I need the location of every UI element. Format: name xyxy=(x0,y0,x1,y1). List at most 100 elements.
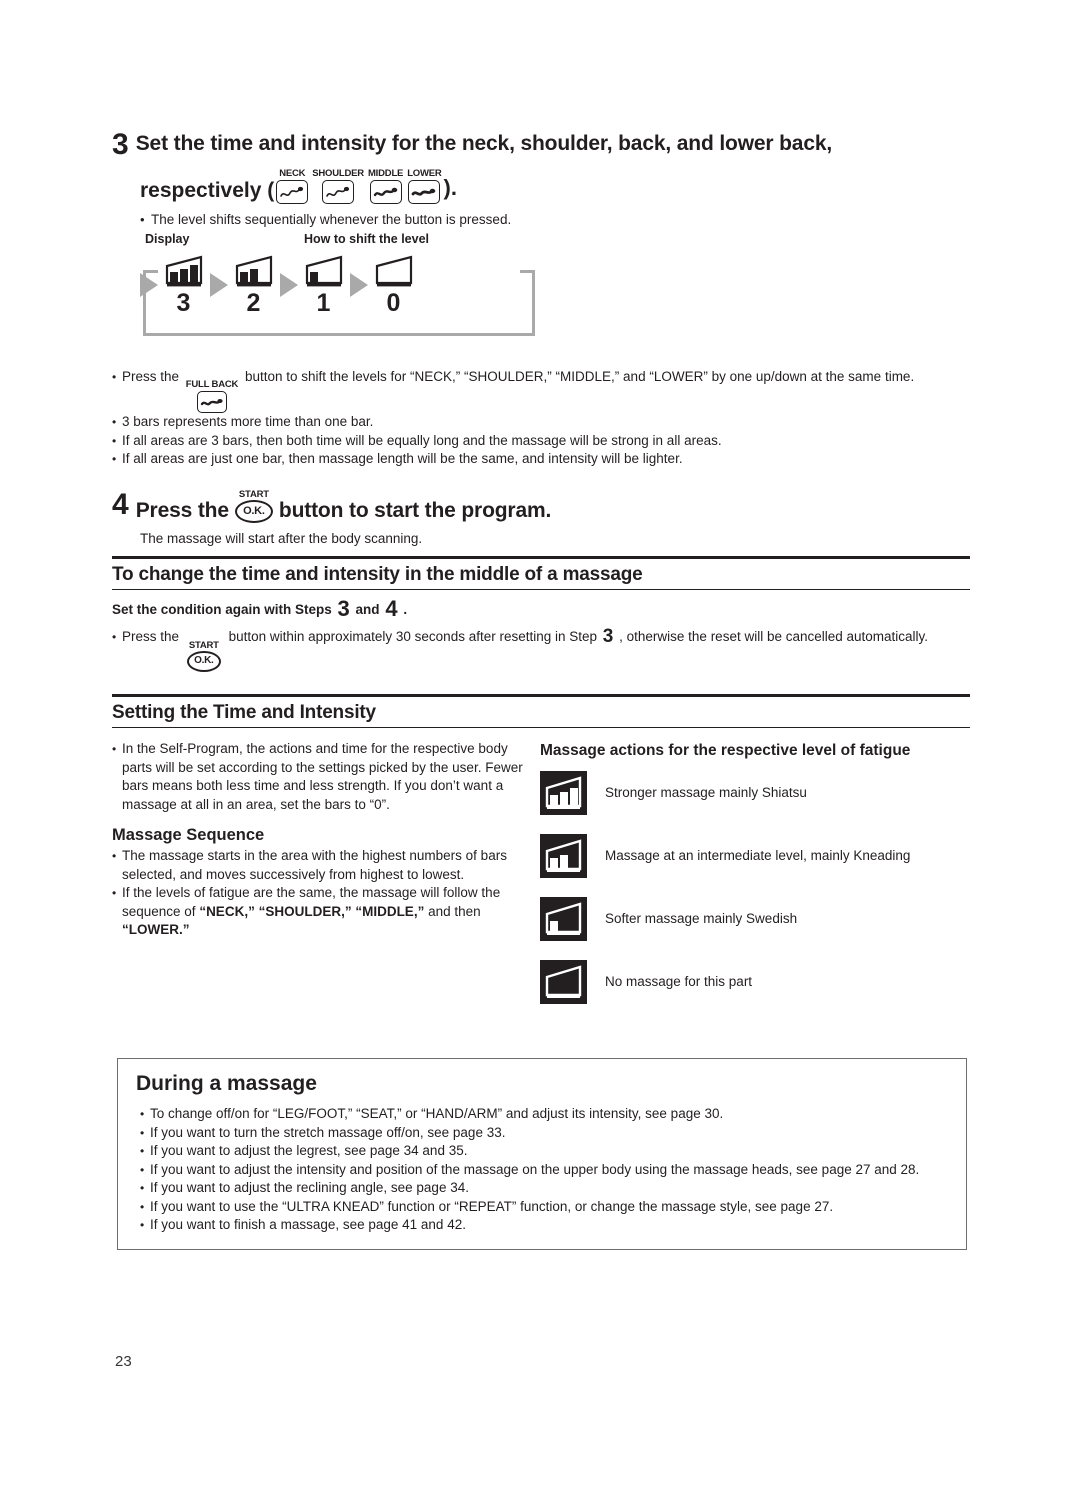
massage-wave-icon xyxy=(369,180,402,204)
diagram-level-0: 0 xyxy=(373,254,415,316)
during-massage-bullets: • To change off/on for “LEG/FOOT,” “SEAT… xyxy=(140,1105,948,1235)
bullet-dot: • xyxy=(112,433,117,448)
list-item: • If you want to adjust the intensity an… xyxy=(140,1161,948,1180)
bullet-sequence-1-text: The massage starts in the area with the … xyxy=(122,848,507,882)
full-back-button[interactable]: FULL BACK xyxy=(186,380,238,413)
level-3-icon xyxy=(163,254,205,288)
diagram-level-3: 3 xyxy=(163,254,205,316)
bullet-sequence-1: • The massage starts in the area with th… xyxy=(112,847,530,884)
fatigue-level-row: Stronger massage mainly Shiatsu xyxy=(540,771,970,815)
fatigue-level-row: No massage for this part xyxy=(540,960,970,1004)
step-3-respectively-text: respectively ( xyxy=(140,179,275,202)
seq-2-mid: and then xyxy=(424,903,481,919)
diagram-label-howto: How to shift the level xyxy=(304,232,430,246)
diagram-label-display: Display xyxy=(145,232,190,246)
diagram-level-2-value: 2 xyxy=(246,289,262,317)
massage-wave-icon xyxy=(408,180,441,204)
step-3-note: • The level shifts sequentially whenever… xyxy=(140,211,972,229)
step-3-bullet-list: • Press the FULL BACK button to shift th… xyxy=(112,368,970,469)
level-3-icon xyxy=(540,771,587,815)
bullet-3-bars-text: 3 bars represents more time than one bar… xyxy=(122,414,374,429)
change-step-a: 3 xyxy=(337,596,350,621)
self-program-bullets: • In the Self-Program, the actions and t… xyxy=(112,740,530,814)
change-steps-pre: Set the condition again with Steps xyxy=(112,602,332,617)
change-steps-mid: and xyxy=(355,602,380,617)
diagram-level-1-value: 1 xyxy=(316,289,332,317)
during-bullet-6: If you want to use the “ULTRA KNEAD” fun… xyxy=(150,1198,834,1214)
list-item: • If you want to adjust the reclining an… xyxy=(140,1179,948,1198)
bullet-ok-timeout-text: Press the START O.K. button within appro… xyxy=(122,627,970,672)
step-3-title: Set the time and intensity for the neck,… xyxy=(135,132,833,155)
step-4-title-post: button to start the program. xyxy=(278,499,552,522)
middle-button-label: MIDDLE xyxy=(367,168,404,179)
fatigue-levels-heading: Massage actions for the respective level… xyxy=(540,742,911,759)
change-section-steps-line: Set the condition again with Steps 3 and… xyxy=(112,598,970,620)
bullet-dot: • xyxy=(112,630,117,644)
diagram-level-0-value: 0 xyxy=(386,289,402,317)
diagram-level-2: 2 xyxy=(233,254,275,316)
middle-button[interactable]: MIDDLE xyxy=(368,169,403,204)
list-item: • If you want to use the “ULTRA KNEAD” f… xyxy=(140,1198,948,1217)
ok-start-button[interactable]: START O.K. xyxy=(186,640,221,672)
arrow-right-icon xyxy=(210,273,228,297)
arrow-right-icon xyxy=(140,273,158,297)
setting-section-title: Setting the Time and Intensity xyxy=(112,702,376,723)
massage-sequence-heading: Massage Sequence xyxy=(112,826,265,844)
bullet-dot: • xyxy=(112,415,117,429)
neck-button-label: NECK xyxy=(279,168,306,179)
bullet-ok-pre: Press the xyxy=(122,629,180,644)
step-3-closing-paren: ). xyxy=(443,175,457,200)
bullet-dot: • xyxy=(112,849,117,863)
seq-2-bold-1: “NECK,” “SHOULDER,” “MIDDLE,” xyxy=(199,903,425,919)
setting-section-header-wrap: Setting the Time and Intensity xyxy=(112,694,970,728)
change-steps-end: . xyxy=(403,602,408,617)
step-3-heading: 3 Set the time and intensity for the nec… xyxy=(112,130,972,160)
bullet-fullback: • Press the FULL BACK button to shift th… xyxy=(112,368,970,413)
bullet-dot: • xyxy=(112,742,117,756)
bullet-dot: • xyxy=(140,1218,145,1232)
neck-button[interactable]: NECK xyxy=(276,168,309,204)
massage-wave-icon xyxy=(276,180,309,204)
change-section: To change the time and intensity in the … xyxy=(112,556,970,672)
setting-left-column: • In the Self-Program, the actions and t… xyxy=(112,740,530,1023)
ok-button-face: O.K. xyxy=(186,651,221,672)
setting-section-header: Setting the Time and Intensity xyxy=(112,694,970,728)
seq-2-bold-2: “LOWER.” xyxy=(122,922,190,937)
step-3-title-line2: respectively ( NECK SHOULDER MIDDLE LOWE… xyxy=(140,169,972,204)
setting-section-body: • In the Self-Program, the actions and t… xyxy=(112,740,970,1023)
step-4-title-pre: Press the xyxy=(135,499,229,522)
massage-wave-icon xyxy=(322,180,355,204)
level-1-icon xyxy=(303,254,345,288)
bullet-dot: • xyxy=(112,886,117,900)
change-step-b: 4 xyxy=(385,596,398,621)
fatigue-level-2-text: Massage at an intermediate level, mainly… xyxy=(605,848,911,863)
bullet-all-3-bars-text: If all areas are 3 bars, then both time … xyxy=(122,432,722,448)
full-back-button-label: FULL BACK xyxy=(185,379,239,390)
bullet-all-1-bar-text: If all areas are just one bar, then mass… xyxy=(122,451,683,466)
change-section-bullets: • Press the START O.K. button within app… xyxy=(112,627,970,672)
bullet-sequence-2: • If the levels of fatigue are the same,… xyxy=(112,884,530,940)
fatigue-level-1-text: Softer massage mainly Swedish xyxy=(605,911,798,926)
change-section-header: To change the time and intensity in the … xyxy=(112,556,970,590)
manual-page: 3 Set the time and intensity for the nec… xyxy=(0,0,1080,1487)
level-0-icon xyxy=(373,254,415,288)
start-button-label: START xyxy=(188,640,219,651)
lower-button-label: LOWER xyxy=(407,168,442,179)
bullet-dot: • xyxy=(140,1107,145,1121)
fatigue-level-row: Massage at an intermediate level, mainly… xyxy=(540,834,970,878)
list-item: • To change off/on for “LEG/FOOT,” “SEAT… xyxy=(140,1105,948,1124)
fatigue-level-0-text: No massage for this part xyxy=(605,974,753,989)
diagram-sequence: 3 2 1 0 xyxy=(140,254,420,316)
change-section-title: To change the time and intensity in the … xyxy=(112,564,643,585)
during-bullet-7: If you want to finish a massage, see pag… xyxy=(150,1217,466,1232)
step-3-number: 3 xyxy=(112,128,129,161)
ok-start-button[interactable]: START O.K. xyxy=(234,490,273,523)
lower-button[interactable]: LOWER xyxy=(407,168,442,204)
bullet-ok-mid: button within approximately 30 seconds a… xyxy=(228,629,598,644)
bullet-dot: • xyxy=(140,212,145,227)
bullet-dot: • xyxy=(140,1162,145,1177)
bullet-fullback-text: Press the FULL BACK button to shift the … xyxy=(122,368,970,413)
bullet-3-bars: • 3 bars represents more time than one b… xyxy=(112,413,970,432)
shoulder-button[interactable]: SHOULDER xyxy=(312,169,364,204)
bullet-dot: • xyxy=(140,1181,145,1195)
